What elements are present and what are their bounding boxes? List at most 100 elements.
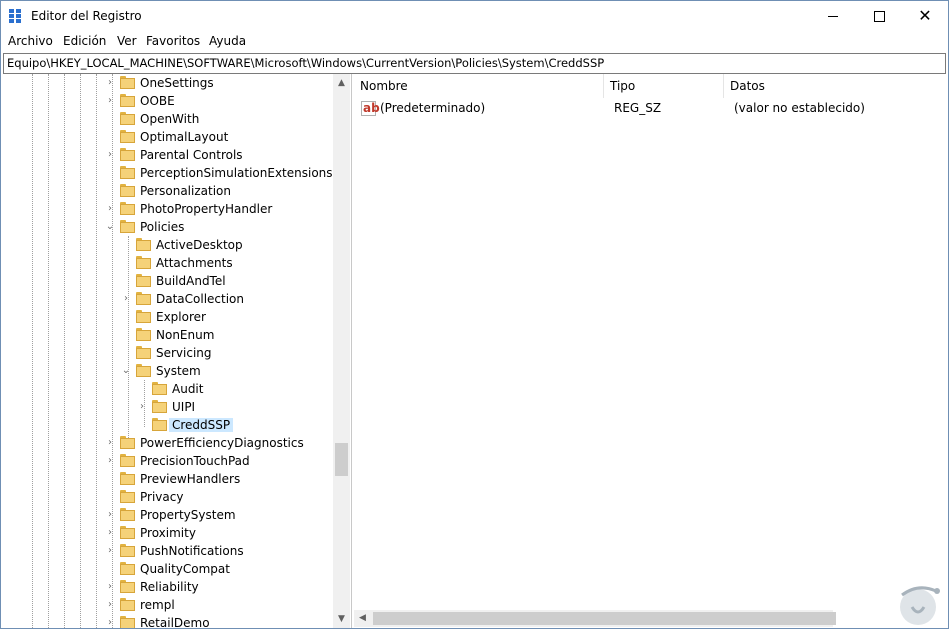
value-type: REG_SZ — [614, 101, 662, 115]
close-icon: ✕ — [918, 6, 932, 25]
folder-icon — [120, 76, 135, 89]
folder-icon — [136, 346, 151, 359]
tree-node-label: QualityCompat — [140, 562, 230, 576]
expand-chevron-icon[interactable]: › — [105, 456, 115, 466]
value-data: (valor no establecido) — [734, 101, 865, 115]
tree-node-label: CreddSSP — [169, 418, 234, 432]
tree-node-label: UIPI — [172, 400, 196, 414]
expand-chevron-icon[interactable]: › — [105, 204, 115, 214]
expand-chevron-icon[interactable]: › — [105, 438, 115, 448]
folder-icon — [136, 292, 151, 305]
menu-favoritos[interactable]: Favoritos — [146, 34, 200, 48]
tree-node-label: OneSettings — [140, 76, 214, 90]
expand-chevron-icon[interactable]: › — [121, 294, 131, 304]
folder-icon — [136, 310, 151, 323]
folder-icon — [120, 94, 135, 107]
expand-chevron-icon[interactable]: › — [105, 528, 115, 538]
list-horizontal-scrollbar[interactable]: ◀ — [354, 610, 836, 627]
folder-icon — [152, 382, 167, 395]
tree-node-label: OOBE — [140, 94, 175, 108]
folder-icon — [120, 112, 135, 125]
menu-ayuda[interactable]: Ayuda — [209, 34, 246, 48]
tree-node-label: PreviewHandlers — [140, 472, 241, 486]
scroll-down-arrow-icon[interactable]: ▼ — [336, 614, 347, 624]
list-scroll-thumb[interactable] — [373, 612, 836, 625]
menu-archivo[interactable]: Archivo — [8, 34, 53, 48]
address-bar[interactable]: Equipo\HKEY_LOCAL_MACHINE\SOFTWARE\Micro… — [3, 53, 946, 74]
folder-icon — [120, 472, 135, 485]
values-list-pane[interactable]: Nombre Tipo Datos ab (Predeterminado) RE… — [354, 74, 948, 628]
menu-bar: Archivo Edición Ver Favoritos Ayuda — [1, 32, 948, 52]
minimize-icon — [828, 16, 838, 17]
folder-icon — [120, 508, 135, 521]
close-button[interactable]: ✕ — [902, 1, 948, 31]
folder-icon — [136, 256, 151, 269]
tree-scroll-thumb[interactable] — [335, 443, 348, 476]
key-tree-pane[interactable]: › OneSettings › OOBE OpenWith OptimalLay… — [1, 74, 352, 628]
menu-edicion[interactable]: Edición — [63, 34, 106, 48]
expand-chevron-icon[interactable]: › — [137, 402, 147, 412]
folder-icon — [152, 418, 167, 431]
column-header-nombre[interactable]: Nombre — [354, 74, 604, 98]
tree-node-label: OpenWith — [140, 112, 200, 126]
folder-icon — [136, 238, 151, 251]
menu-ver[interactable]: Ver — [117, 34, 137, 48]
expand-chevron-icon[interactable]: › — [105, 510, 115, 520]
collapse-chevron-icon[interactable]: ⌄ — [105, 222, 115, 232]
tree-node-label: PhotoPropertyHandler — [140, 202, 273, 216]
folder-icon — [120, 202, 135, 215]
tree-guide-line — [64, 74, 65, 628]
folder-icon — [152, 400, 167, 413]
tree-node-label: Policies — [140, 220, 185, 234]
expand-chevron-icon[interactable]: › — [105, 582, 115, 592]
folder-icon — [120, 436, 135, 449]
value-name: (Predeterminado) — [380, 101, 486, 115]
expand-chevron-icon[interactable]: › — [105, 618, 115, 628]
string-value-icon: ab — [361, 101, 380, 116]
scroll-left-arrow-icon[interactable]: ◀ — [357, 613, 368, 623]
title-bar[interactable]: Editor del Registro ✕ — [1, 1, 948, 31]
tree-node-label: Explorer — [156, 310, 206, 324]
expand-chevron-icon[interactable]: › — [105, 546, 115, 556]
column-header-tipo[interactable]: Tipo — [604, 74, 724, 98]
folder-icon — [120, 166, 135, 179]
tree-node-label: PrecisionTouchPad — [140, 454, 250, 468]
minimize-button[interactable] — [810, 1, 856, 31]
folder-icon — [120, 148, 135, 161]
folder-icon — [120, 184, 135, 197]
tree-guide-line — [96, 74, 97, 628]
tree-guide-line — [32, 74, 33, 628]
collapse-chevron-icon[interactable]: ⌄ — [121, 366, 131, 376]
tree-node-label: NonEnum — [156, 328, 215, 342]
folder-icon — [120, 598, 135, 611]
folder-icon — [136, 364, 151, 377]
tree-node-label: Proximity — [140, 526, 196, 540]
tree-guide-line — [80, 74, 81, 628]
site-watermark-logo-icon — [900, 586, 940, 625]
tree-vertical-scrollbar[interactable]: ▲ ▼ — [333, 74, 350, 628]
tree-node-label: DataCollection — [156, 292, 245, 306]
address-path: Equipo\HKEY_LOCAL_MACHINE\SOFTWARE\Micro… — [7, 56, 605, 70]
value-row[interactable]: ab (Predeterminado) REG_SZ (valor no est… — [354, 99, 948, 119]
registry-editor-app-icon — [9, 9, 23, 23]
folder-icon — [120, 526, 135, 539]
tree-node-label: System — [156, 364, 201, 378]
tree-node-label: Audit — [172, 382, 204, 396]
tree-node-label: OptimalLayout — [140, 130, 229, 144]
tree-node-label: Attachments — [156, 256, 233, 270]
column-header-datos[interactable]: Datos — [724, 74, 948, 98]
folder-icon — [136, 328, 151, 341]
tree-node-label: PushNotifications — [140, 544, 244, 558]
maximize-button[interactable] — [856, 1, 902, 31]
expand-chevron-icon[interactable]: › — [105, 78, 115, 88]
expand-chevron-icon[interactable]: › — [105, 600, 115, 610]
tree-node-label: Parental Controls — [140, 148, 243, 162]
scroll-up-arrow-icon[interactable]: ▲ — [336, 78, 347, 88]
tree-node-label: ActiveDesktop — [156, 238, 243, 252]
expand-chevron-icon[interactable]: › — [105, 96, 115, 106]
window-title: Editor del Registro — [31, 9, 142, 23]
expand-chevron-icon[interactable]: › — [105, 150, 115, 160]
folder-icon — [120, 220, 135, 233]
folder-icon — [120, 616, 135, 628]
tree-guide-line — [128, 236, 129, 444]
